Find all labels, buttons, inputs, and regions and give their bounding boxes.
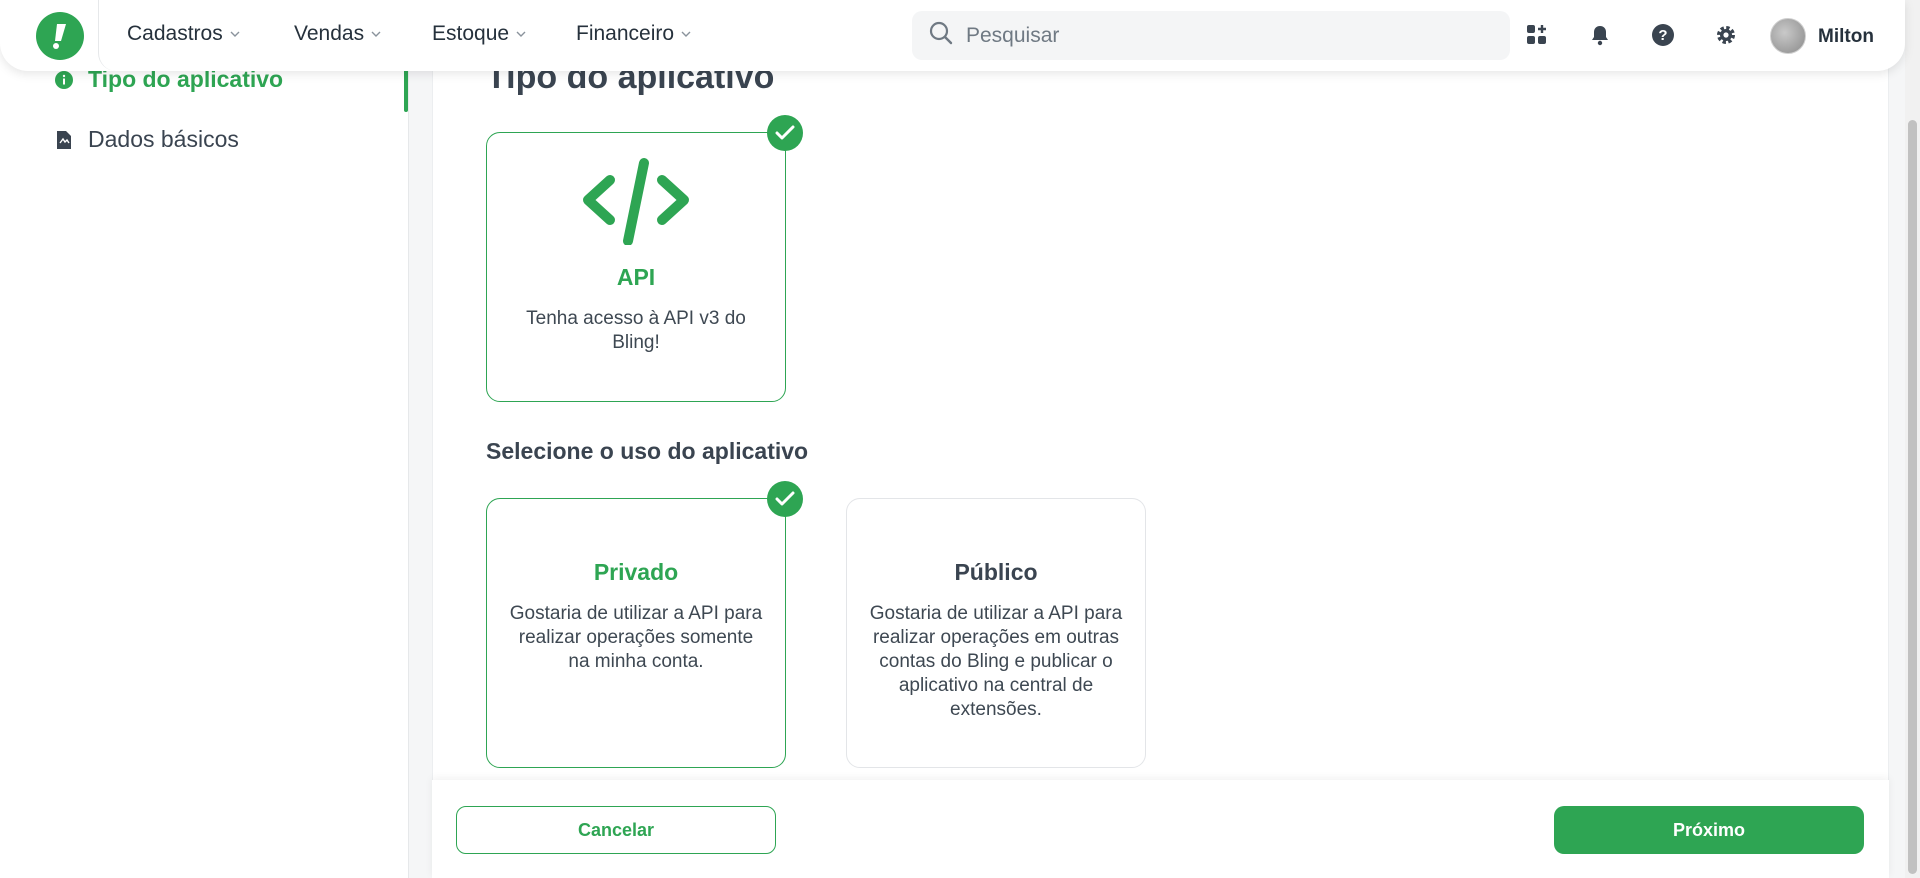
usage-card-privado[interactable]: Privado Gostaria de utilizar a API para … (486, 481, 803, 768)
nav-item-financeiro[interactable]: Financeiro (576, 22, 692, 46)
sidebar-active-indicator (404, 68, 408, 112)
user-name[interactable]: Milton (1818, 26, 1874, 48)
chevron-down-icon (229, 28, 241, 40)
chevron-down-icon (370, 28, 382, 40)
nav-item-label: Cadastros (127, 22, 223, 45)
nav-item-vendas[interactable]: Vendas (294, 22, 382, 46)
info-icon (54, 70, 74, 90)
code-icon (580, 155, 692, 250)
bling-logo[interactable] (36, 12, 84, 60)
check-icon (767, 115, 803, 151)
chevron-down-icon (680, 28, 692, 40)
avatar[interactable] (1770, 18, 1806, 54)
search-input[interactable] (966, 23, 1466, 48)
sidebar: Tipo do aplicativo Dados básicos (0, 0, 409, 878)
nav-item-label: Vendas (294, 22, 365, 45)
next-button[interactable]: Próximo (1554, 806, 1864, 854)
scrollbar-thumb[interactable] (1908, 120, 1917, 874)
card-title: API (616, 264, 656, 290)
logo-divider (98, 0, 116, 71)
card-description: Tenha acesso à API v3 do Bling! (526, 308, 746, 353)
nav-item-estoque[interactable]: Estoque (432, 22, 527, 46)
check-icon (767, 481, 803, 517)
nav-item-cadastros[interactable]: Cadastros (127, 22, 241, 46)
document-icon (54, 130, 74, 150)
card-title: Público (954, 559, 1038, 585)
bell-icon[interactable] (1587, 22, 1613, 48)
form-footer: Cancelar Próximo (432, 780, 1889, 878)
gear-icon[interactable] (1713, 22, 1739, 48)
svg-text:?: ? (1658, 27, 1667, 44)
chevron-down-icon (515, 28, 527, 40)
search-box[interactable] (912, 11, 1510, 60)
app-type-card-api[interactable]: API Tenha acesso à API v3 do Bling! (486, 115, 803, 402)
nav-item-label: Estoque (432, 22, 510, 45)
cancel-button[interactable]: Cancelar (456, 806, 776, 854)
sidebar-item-label: Dados básicos (88, 126, 239, 152)
page-scrollbar[interactable] (1905, 0, 1920, 878)
help-icon[interactable]: ? (1650, 22, 1676, 48)
search-icon (928, 20, 954, 51)
sidebar-item-dados-basicos[interactable]: Dados básicos (54, 126, 239, 153)
usage-section-title: Selecione o uso do aplicativo (486, 438, 809, 464)
nav-item-label: Financeiro (576, 22, 675, 45)
card-title: Privado (593, 559, 679, 585)
top-navigation-bar: Cadastros Vendas Estoque Financeiro ? Mi… (0, 0, 1905, 71)
add-apps-icon[interactable] (1524, 22, 1550, 48)
card-description: Gostaria de utilizar a API para realizar… (509, 603, 763, 672)
card-description: Gostaria de utilizar a API para realizar… (869, 603, 1123, 720)
usage-card-publico[interactable]: Público Gostaria de utilizar a API para … (846, 498, 1146, 768)
